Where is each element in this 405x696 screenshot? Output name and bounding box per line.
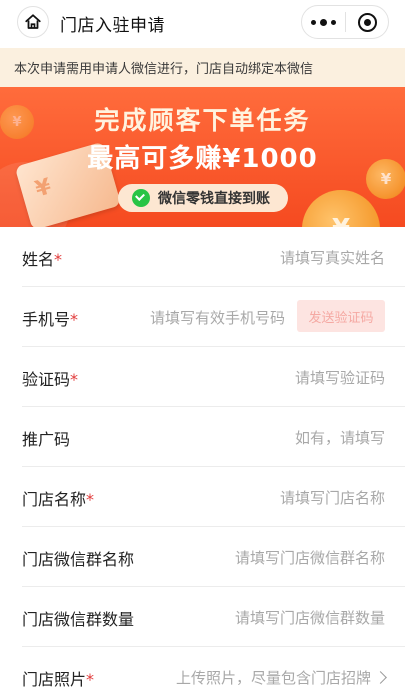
photo-field[interactable]: 门店照片* 上传照片，尽量包含门店招牌 bbox=[22, 647, 405, 696]
target-icon bbox=[357, 12, 377, 32]
more-menu-button[interactable] bbox=[302, 6, 345, 38]
more-dots-icon-center bbox=[320, 18, 327, 26]
more-dots-icon bbox=[311, 19, 316, 25]
group-count-input[interactable]: 请填写门店微信群数量 bbox=[235, 607, 385, 628]
store-name-input[interactable]: 请填写门店名称 bbox=[280, 487, 385, 508]
banner-headline: 完成顾客下单任务 bbox=[94, 106, 311, 135]
banner-pill: 微信零钱直接到账 bbox=[118, 184, 288, 212]
chevron-right-icon bbox=[374, 671, 387, 684]
group-name-field[interactable]: 门店微信群名称 请填写门店微信群名称 bbox=[22, 527, 405, 587]
banner-pill-text: 微信零钱直接到账 bbox=[158, 191, 270, 207]
code-field[interactable]: 验证码* 请填写验证码 bbox=[22, 347, 405, 407]
promo-field[interactable]: 推广码 如有，请填写 bbox=[22, 407, 405, 467]
field-label: 推广码 bbox=[22, 430, 71, 449]
field-label: 门店微信群数量 bbox=[22, 610, 135, 629]
application-form: 姓名* 请填写真实姓名 手机号* 请填写有效手机号码 发送验证码 验证码* 请填… bbox=[0, 227, 405, 696]
banner-reward: 最高可多赚¥1000 bbox=[87, 144, 318, 174]
promo-input[interactable]: 如有，请填写 bbox=[295, 427, 385, 448]
wechat-pay-icon bbox=[132, 189, 150, 207]
miniprogram-capsule bbox=[301, 5, 389, 39]
send-code-button[interactable]: 发送验证码 bbox=[297, 300, 385, 332]
promo-banner[interactable]: ¥ ¥ ¥ ¥ 完成顾客下单任务 最高可多赚¥1000 微信零钱直接到账 bbox=[0, 87, 405, 227]
field-label: 门店名称* bbox=[22, 490, 95, 509]
group-count-field[interactable]: 门店微信群数量 请填写门店微信群数量 bbox=[22, 587, 405, 647]
phone-field[interactable]: 手机号* 请填写有效手机号码 发送验证码 bbox=[22, 287, 405, 347]
home-icon bbox=[25, 14, 41, 29]
page-title: 门店入驻申请 bbox=[60, 16, 165, 36]
close-miniprogram-button[interactable] bbox=[346, 6, 388, 38]
more-dots-icon-right bbox=[331, 19, 336, 25]
field-label: 验证码* bbox=[22, 370, 79, 389]
store-name-field[interactable]: 门店名称* 请填写门店名称 bbox=[22, 467, 405, 527]
field-label: 手机号* bbox=[22, 310, 79, 329]
notice-text: 本次申请需用申请人微信进行，门店自动绑定本微信 bbox=[14, 62, 314, 77]
phone-input[interactable]: 请填写有效手机号码 bbox=[150, 307, 285, 328]
coin-icon: ¥ bbox=[302, 190, 380, 227]
notice-bar: 本次申请需用申请人微信进行，门店自动绑定本微信 bbox=[0, 48, 405, 87]
field-label: 门店微信群名称 bbox=[22, 550, 135, 569]
name-input[interactable]: 请填写真实姓名 bbox=[280, 247, 385, 268]
nav-header: 门店入驻申请 bbox=[0, 0, 405, 46]
field-label: 姓名* bbox=[22, 250, 63, 269]
code-input[interactable]: 请填写验证码 bbox=[295, 367, 385, 388]
group-name-input[interactable]: 请填写门店微信群名称 bbox=[235, 547, 385, 568]
field-label: 门店照片* bbox=[22, 670, 95, 689]
home-button[interactable] bbox=[17, 6, 49, 38]
name-field[interactable]: 姓名* 请填写真实姓名 bbox=[22, 227, 405, 287]
photo-upload-input[interactable]: 上传照片，尽量包含门店招牌 bbox=[176, 667, 371, 688]
